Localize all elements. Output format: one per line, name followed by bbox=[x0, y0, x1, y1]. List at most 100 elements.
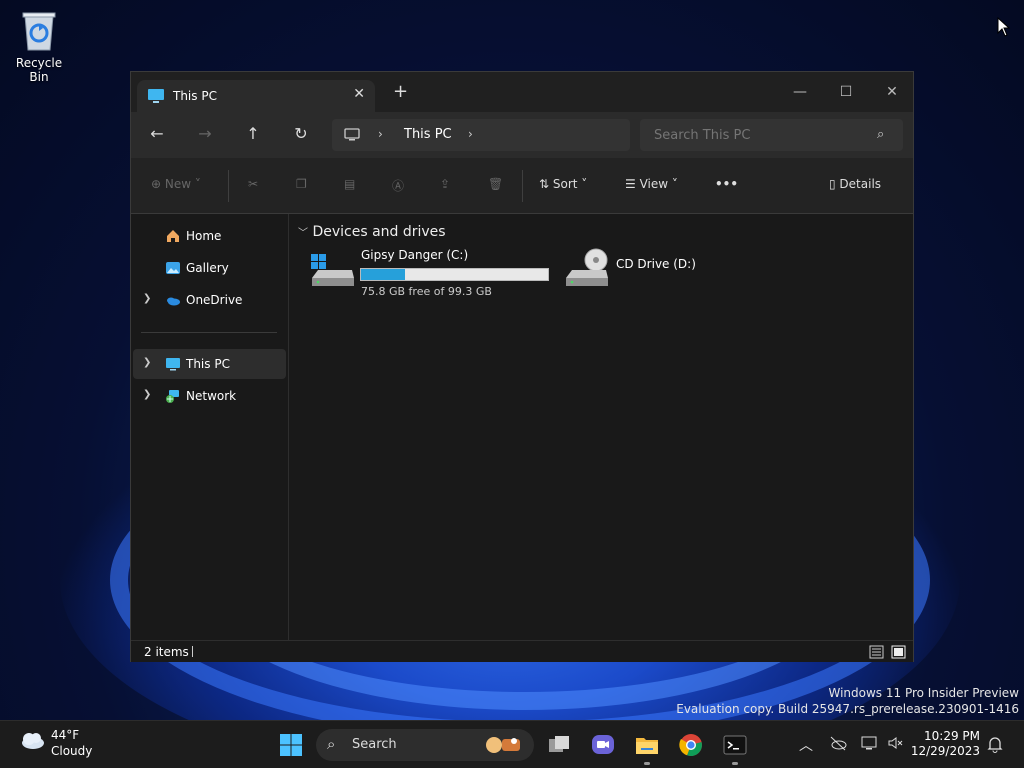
cut-icon[interactable]: ✂ bbox=[248, 177, 258, 191]
taskbar-search-label: Search bbox=[352, 737, 397, 752]
sidebar-divider bbox=[141, 332, 277, 333]
rename-icon[interactable]: Ⓐ bbox=[392, 177, 404, 194]
drive-free-space: 75.8 GB free of 99.3 GB bbox=[361, 285, 492, 298]
details-label: Details bbox=[839, 177, 882, 191]
drive-item-c[interactable]: Gipsy Danger (C:) 75.8 GB free of 99.3 G… bbox=[310, 248, 572, 298]
group-header-devices[interactable]: ﹀ Devices and drives bbox=[298, 224, 446, 240]
close-tab-button[interactable]: ✕ bbox=[353, 86, 365, 102]
share-icon[interactable]: ⇪ bbox=[440, 177, 450, 191]
sidebar-item-label: OneDrive bbox=[186, 293, 243, 307]
windows-drive-icon bbox=[311, 254, 354, 286]
close-window-button[interactable]: ✕ bbox=[869, 78, 915, 106]
show-hidden-icons-chevron-icon[interactable]: ︿ bbox=[799, 735, 813, 755]
this-pc-icon bbox=[166, 358, 180, 371]
new-tab-button[interactable]: + bbox=[393, 83, 408, 101]
volume-muted-icon[interactable] bbox=[887, 735, 905, 751]
details-view-icon[interactable] bbox=[869, 645, 884, 659]
status-bar: 2 items bbox=[131, 640, 913, 662]
refresh-button[interactable]: ↻ bbox=[289, 124, 313, 143]
recycle-bin-label: Recycle Bin bbox=[15, 56, 63, 84]
chrome-icon[interactable] bbox=[679, 733, 703, 757]
weather-temp: 44°F bbox=[51, 728, 80, 742]
more-options-button[interactable]: ••• bbox=[715, 177, 738, 191]
drive-usage-bar bbox=[360, 268, 549, 281]
sidebar-item-network[interactable]: ❯ Network bbox=[133, 381, 286, 411]
delete-icon[interactable]: 🗑 bbox=[488, 177, 503, 191]
file-explorer-icon[interactable] bbox=[635, 733, 659, 757]
home-icon bbox=[167, 230, 179, 242]
chevron-right-icon[interactable]: ❯ bbox=[143, 389, 151, 400]
search-icon: ⌕ bbox=[327, 735, 336, 753]
up-button[interactable]: ↑ bbox=[241, 124, 265, 143]
search-input[interactable] bbox=[640, 119, 903, 151]
taskbar: 44°F Cloudy ⌕ Search ︿ 10:29 PM 12/29/20… bbox=[0, 720, 1024, 768]
weather-desc: Cloudy bbox=[51, 744, 93, 758]
chevron-right-icon[interactable]: ❯ bbox=[143, 357, 151, 368]
divider bbox=[522, 170, 523, 202]
forward-button[interactable]: → bbox=[193, 124, 217, 143]
search-icon: ⌕ bbox=[877, 127, 885, 142]
new-label: New bbox=[164, 177, 192, 191]
network-status-icon[interactable] bbox=[861, 735, 879, 751]
details-button[interactable]: ▯ Details bbox=[829, 177, 881, 191]
drive-name: CD Drive (D:) bbox=[616, 257, 696, 271]
sidebar-item-label: This PC bbox=[186, 357, 230, 371]
sidebar-item-onedrive[interactable]: ❯ OneDrive bbox=[133, 285, 286, 315]
tab-this-pc[interactable]: This PC ✕ bbox=[137, 80, 375, 112]
maximize-button[interactable]: ☐ bbox=[823, 78, 869, 106]
address-bar[interactable]: › This PC › bbox=[332, 119, 630, 151]
running-indicator bbox=[644, 762, 650, 765]
back-button[interactable]: ← bbox=[145, 124, 169, 143]
windows-start-icon[interactable] bbox=[279, 733, 303, 757]
drive-item-d[interactable]: CD Drive (D:) bbox=[564, 248, 714, 298]
mouse-cursor-icon bbox=[997, 17, 1011, 37]
sort-button[interactable]: ⇅ Sort ˅ bbox=[539, 177, 587, 191]
search-highlight-icon bbox=[486, 737, 520, 753]
notification-bell-icon[interactable] bbox=[987, 735, 1003, 753]
terminal-icon[interactable] bbox=[723, 733, 747, 757]
copy-icon[interactable]: ❐ bbox=[296, 177, 307, 191]
tiles-view-icon[interactable] bbox=[891, 645, 906, 659]
chevron-right-icon[interactable]: ❯ bbox=[143, 293, 151, 304]
cd-drive-icon bbox=[566, 248, 608, 286]
file-explorer-window: This PC ✕ + — ☐ ✕ ← → ↑ ↻ › This PC › ⌕ … bbox=[130, 71, 914, 662]
navigation-pane: Home Gallery ❯ OneDrive ❯ This PC ❯ Netw… bbox=[131, 214, 289, 640]
taskbar-search-box[interactable]: ⌕ Search bbox=[316, 729, 534, 761]
running-indicator bbox=[732, 762, 738, 765]
task-view-icon[interactable] bbox=[547, 733, 571, 757]
paste-icon[interactable]: ▤ bbox=[344, 177, 355, 191]
monitor-icon bbox=[344, 128, 360, 141]
sidebar-item-gallery[interactable]: Gallery bbox=[133, 253, 286, 283]
minimize-button[interactable]: — bbox=[777, 78, 823, 106]
breadcrumb-separator-icon[interactable]: › bbox=[378, 127, 383, 141]
system-clock[interactable]: 10:29 PM 12/29/2023 bbox=[911, 729, 980, 759]
recycle-bin-shortcut[interactable]: Recycle Bin bbox=[6, 8, 72, 84]
view-button[interactable]: ☰ View ˅ bbox=[625, 177, 678, 191]
sidebar-item-this-pc[interactable]: ❯ This PC bbox=[133, 349, 286, 379]
cloud-icon bbox=[22, 733, 44, 749]
group-title: Devices and drives bbox=[312, 224, 446, 240]
onedrive-offline-icon[interactable] bbox=[829, 735, 847, 751]
breadcrumb-this-pc[interactable]: This PC bbox=[404, 127, 452, 142]
onedrive-icon bbox=[167, 297, 180, 306]
this-pc-icon bbox=[148, 89, 164, 103]
sidebar-item-label: Gallery bbox=[186, 261, 229, 275]
chat-icon[interactable] bbox=[591, 733, 615, 757]
sidebar-item-home[interactable]: Home bbox=[133, 221, 286, 251]
title-bar[interactable]: This PC ✕ + — ☐ ✕ bbox=[131, 72, 913, 112]
drive-usage-fill bbox=[361, 269, 406, 280]
network-icon bbox=[166, 390, 179, 403]
clock-date: 12/29/2023 bbox=[910, 744, 980, 758]
breadcrumb-chevron-icon[interactable]: › bbox=[468, 127, 473, 141]
sidebar-item-label: Network bbox=[186, 389, 237, 403]
sidebar-item-label: Home bbox=[186, 229, 222, 243]
chevron-down-icon[interactable]: ﹀ bbox=[298, 228, 308, 239]
tab-title: This PC bbox=[173, 89, 217, 103]
recycle-bin-icon bbox=[22, 12, 56, 51]
status-divider bbox=[192, 646, 193, 657]
divider bbox=[228, 170, 229, 202]
gallery-icon bbox=[166, 262, 180, 274]
new-button[interactable]: ⊕ New ˅ bbox=[151, 177, 201, 191]
watermark-edition: Windows 11 Pro Insider Preview bbox=[828, 686, 1019, 700]
command-bar: ⊕ New ˅ ✂ ❐ ▤ Ⓐ ⇪ 🗑 ⇅ Sort ˅ ☰ View ˅ ••… bbox=[131, 158, 913, 214]
